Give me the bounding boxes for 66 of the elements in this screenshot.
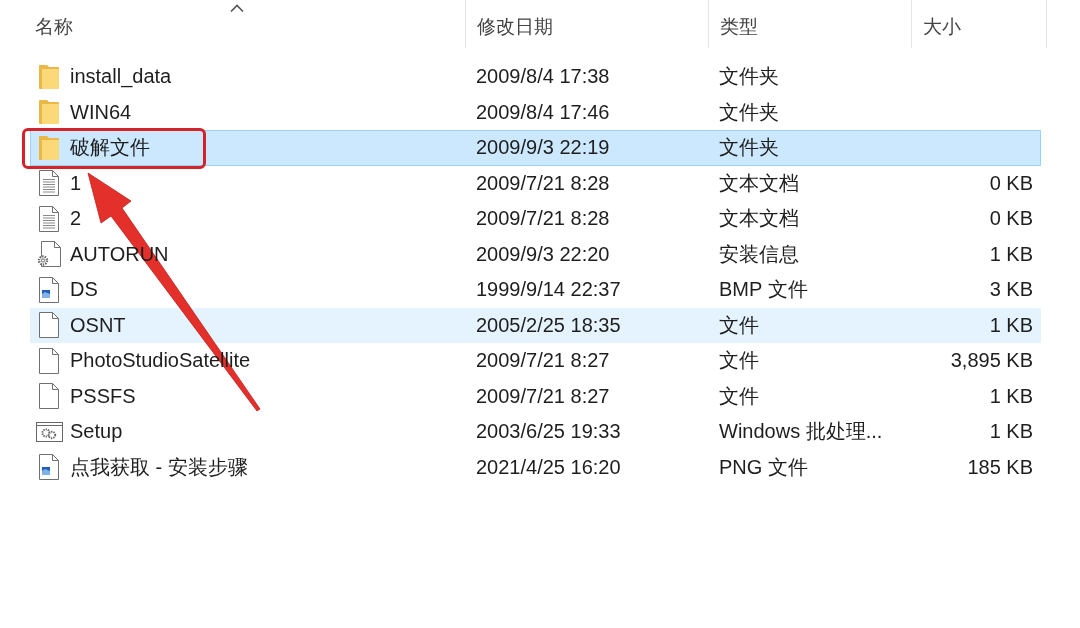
modified-date: 2009/7/21 8:28	[476, 171, 610, 194]
file-row[interactable]: 点我获取 - 安装步骤 2021/4/25 16:20 PNG 文件 185 KB	[30, 449, 1041, 485]
file-name: 2	[70, 207, 82, 231]
modified-date: 2009/9/3 22:20	[476, 242, 610, 265]
modified-date: 2021/4/25 16:20	[476, 455, 621, 478]
file-row[interactable]: DS 1999/9/14 22:37 BMP 文件 3 KB	[30, 272, 1041, 308]
file-size: 185 KB	[967, 455, 1033, 478]
file-name: DS	[70, 278, 98, 302]
file-type: 文件	[719, 384, 759, 407]
file-name: install_data	[70, 65, 172, 89]
file-row[interactable]: install_data 2009/8/4 17:38 文件夹	[30, 59, 1041, 95]
file-type: 文件夹	[719, 65, 779, 88]
file-name: PSSFS	[70, 384, 136, 408]
image-document-icon	[39, 276, 59, 303]
file-type: 文件	[719, 349, 759, 372]
image-document-icon	[39, 454, 59, 481]
modified-date: 2009/7/21 8:27	[476, 349, 610, 372]
file-row[interactable]: OSNT 2005/2/25 18:35 文件 1 KB	[30, 307, 1041, 343]
file-size: 1 KB	[989, 313, 1033, 336]
file-name: 点我获取 - 安装步骤	[70, 454, 248, 480]
file-row[interactable]: 2 2009/7/21 8:28 文本文档 0 KB	[30, 201, 1041, 237]
file-name: WIN64	[70, 100, 132, 124]
folder-icon	[39, 135, 59, 160]
file-size: 1 KB	[989, 242, 1033, 265]
text-document-icon	[39, 170, 59, 197]
file-size: 1 KB	[989, 420, 1033, 443]
file-type: BMP 文件	[719, 278, 808, 301]
modified-date: 2009/9/3 22:19	[476, 136, 610, 159]
file-name: 1	[70, 171, 82, 195]
file-type: 文件夹	[719, 136, 779, 159]
file-row[interactable]: Setup 2003/6/25 19:33 Windows 批处理... 1 KB	[30, 414, 1041, 450]
modified-date: 2009/8/4 17:46	[476, 100, 610, 123]
file-name: 破解文件	[70, 135, 150, 161]
folder-icon	[39, 100, 59, 125]
file-size: 3 KB	[989, 278, 1033, 301]
modified-date: 2005/2/25 18:35	[476, 313, 621, 336]
modified-date: 2009/7/21 8:28	[476, 207, 610, 230]
file-type: 文本文档	[719, 207, 799, 230]
blank-document-icon	[39, 383, 59, 410]
file-size: 3,895 KB	[950, 349, 1033, 372]
text-document-icon	[39, 205, 59, 232]
file-type: 文件	[719, 313, 759, 336]
modified-date: 2003/6/25 19:33	[476, 420, 621, 443]
file-name: Setup	[70, 420, 123, 444]
gears-window-icon	[35, 421, 63, 442]
gear-document-icon	[37, 241, 61, 268]
chevron-up-icon	[229, 4, 244, 12]
column-header[interactable]: 大小	[911, 0, 1047, 48]
file-type: 文件夹	[719, 100, 779, 123]
file-type: 安装信息	[719, 242, 799, 265]
file-name: OSNT	[70, 313, 126, 337]
file-row[interactable]: PSSFS 2009/7/21 8:27 文件 1 KB	[30, 378, 1041, 414]
file-size: 1 KB	[989, 384, 1033, 407]
file-row[interactable]: WIN64 2009/8/4 17:46 文件夹	[30, 94, 1041, 130]
file-type: PNG 文件	[719, 455, 808, 478]
blank-document-icon	[39, 347, 59, 374]
file-size: 0 KB	[989, 171, 1033, 194]
blank-document-icon	[39, 312, 59, 339]
file-type: Windows 批处理...	[719, 420, 883, 443]
modified-date: 1999/9/14 22:37	[476, 278, 621, 301]
file-type: 文本文档	[719, 171, 799, 194]
file-size: 0 KB	[989, 207, 1033, 230]
modified-date: 2009/8/4 17:38	[476, 65, 610, 88]
modified-date: 2009/7/21 8:27	[476, 384, 610, 407]
folder-icon	[39, 64, 59, 89]
file-row[interactable]: 1 2009/7/21 8:28 文本文档 0 KB	[30, 165, 1041, 201]
